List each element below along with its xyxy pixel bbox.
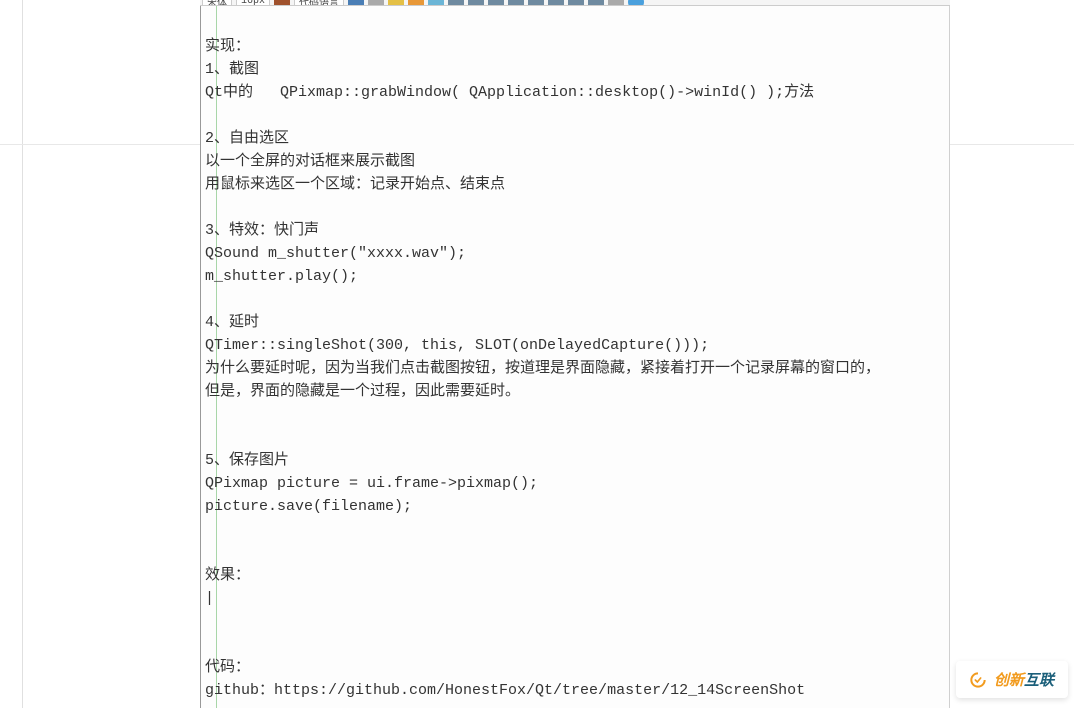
align-center-icon[interactable] (468, 0, 484, 6)
editor-content[interactable]: 实现： 1、截图 Qt中的 QPixmap::grabWindow( QAppl… (205, 12, 945, 702)
table-icon[interactable] (428, 0, 444, 6)
watermark-badge: 创新互联 (956, 661, 1068, 698)
undo-icon[interactable] (588, 0, 604, 6)
text-line: Qt中的 QPixmap::grabWindow( QApplication::… (205, 84, 814, 101)
text-line: 但是，界面的隐藏是一个过程，因此需要延时。 (205, 383, 520, 400)
color-swatch-icon[interactable] (274, 0, 290, 6)
check-icon[interactable] (368, 0, 384, 6)
text-line: 5、保存图片 (205, 452, 289, 469)
text-line: github：https://github.com/HonestFox/Qt/t… (205, 682, 805, 699)
toolbar-size-select[interactable]: 16px (236, 0, 270, 6)
page-left-border (22, 0, 23, 708)
toolbar-code-lang-select[interactable]: 代码语言 (294, 0, 344, 6)
text-line: QPixmap picture = ui.frame->pixmap(); (205, 475, 538, 492)
text-line: 用鼠标来选区一个区域：记录开始点、结束点 (205, 176, 505, 193)
text-line: picture.save(filename); (205, 498, 412, 515)
watermark-text-2: 互联 (1024, 672, 1054, 689)
align-left-icon[interactable] (448, 0, 464, 6)
info-icon[interactable] (628, 0, 644, 6)
text-line: QSound m_shutter("xxxx.wav"); (205, 245, 466, 262)
indent-icon[interactable] (548, 0, 564, 6)
ruler-icon[interactable] (608, 0, 624, 6)
lightning-icon[interactable] (388, 0, 404, 6)
text-line: 4、延时 (205, 314, 259, 331)
watermark-logo-icon (970, 672, 986, 688)
text-line: m_shutter.play(); (205, 268, 358, 285)
text-line: 为什么要延时呢，因为当我们点击截图按钮，按道理是界面隐藏，紧接着打开一个记录屏幕… (205, 360, 880, 377)
align-right-icon[interactable] (488, 0, 504, 6)
list-icon[interactable] (528, 0, 544, 6)
text-line: 3、特效：快门声 (205, 222, 319, 239)
wand-icon[interactable] (408, 0, 424, 6)
text-line: 2、自由选区 (205, 130, 289, 147)
text-line: QTimer::singleShot(300, this, SLOT(onDel… (205, 337, 709, 354)
watermark-text-1: 创新 (994, 672, 1024, 689)
text-line: 效果： (205, 567, 250, 584)
paste-icon[interactable] (348, 0, 364, 6)
editor-toolbar: 宋体 16px 代码语言 (200, 0, 950, 6)
watermark-text: 创新互联 (994, 669, 1054, 690)
text-line: 1、截图 (205, 61, 259, 78)
toolbar-font-select[interactable]: 宋体 (202, 0, 232, 6)
text-line: 以一个全屏的对话框来展示截图 (205, 153, 415, 170)
cursor: | (205, 587, 214, 610)
outdent-icon[interactable] (568, 0, 584, 6)
text-line: 实现： (205, 38, 250, 55)
align-justify-icon[interactable] (508, 0, 524, 6)
text-line: 代码： (205, 659, 250, 676)
